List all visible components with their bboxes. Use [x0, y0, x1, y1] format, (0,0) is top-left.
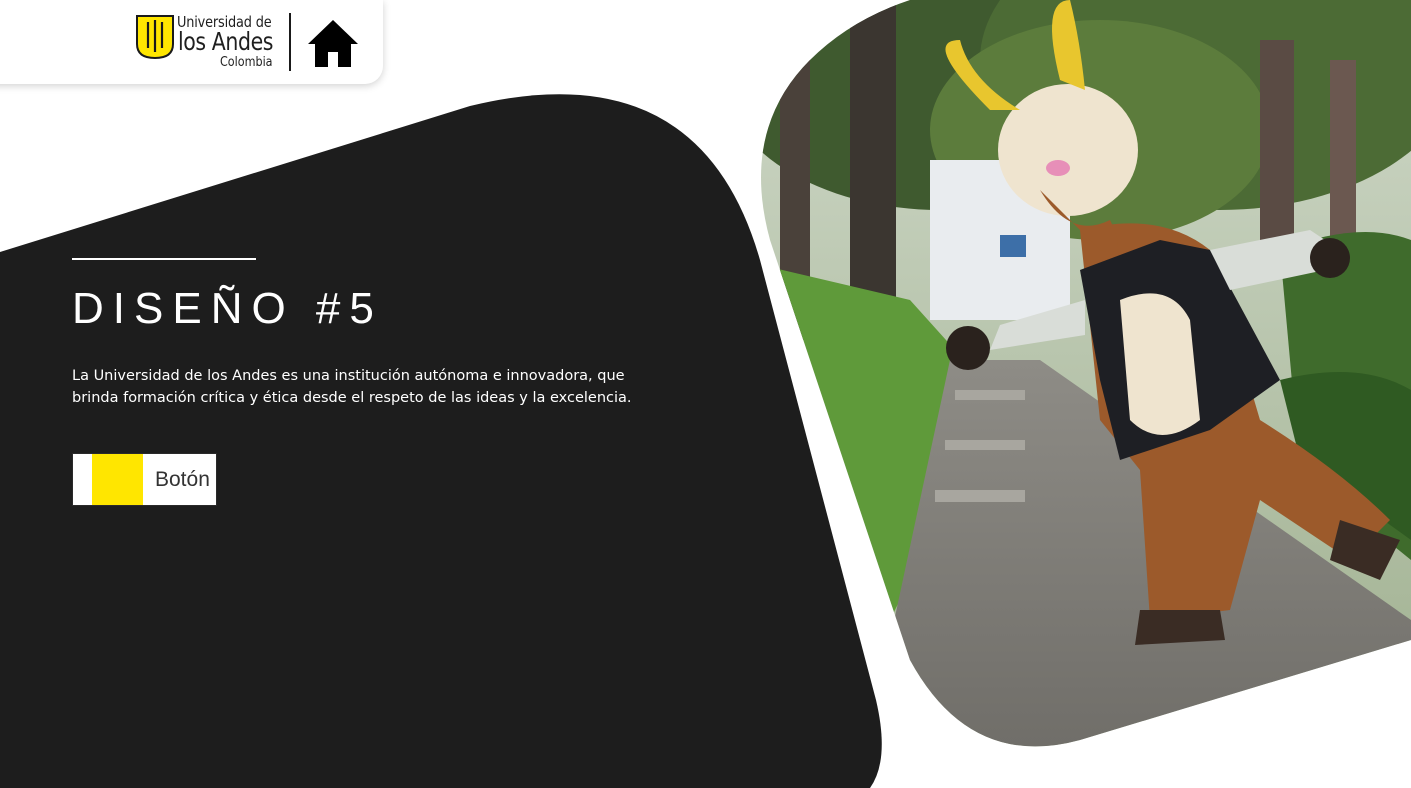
- cta-button[interactable]: Botón: [72, 453, 217, 506]
- uniandes-emblem-icon: [136, 15, 174, 60]
- header-bar: Universidad de los Andes Colombia: [0, 0, 383, 84]
- cta-button-label: Botón: [155, 468, 210, 491]
- home-button[interactable]: [306, 17, 360, 69]
- home-icon: [308, 20, 358, 67]
- uniandes-logo[interactable]: Universidad de los Andes Colombia: [135, 12, 285, 72]
- page-title: DISEÑO #5: [72, 284, 383, 333]
- hero-description: La Universidad de los Andes es una insti…: [72, 368, 632, 406]
- title-rule: [72, 258, 256, 260]
- header-divider: [289, 13, 291, 71]
- yellow-swatch-icon: [92, 454, 143, 505]
- mascot-photo: [761, 0, 1411, 747]
- logo-text-line3: Colombia: [220, 55, 273, 70]
- logo-text-line2: los Andes: [178, 27, 274, 56]
